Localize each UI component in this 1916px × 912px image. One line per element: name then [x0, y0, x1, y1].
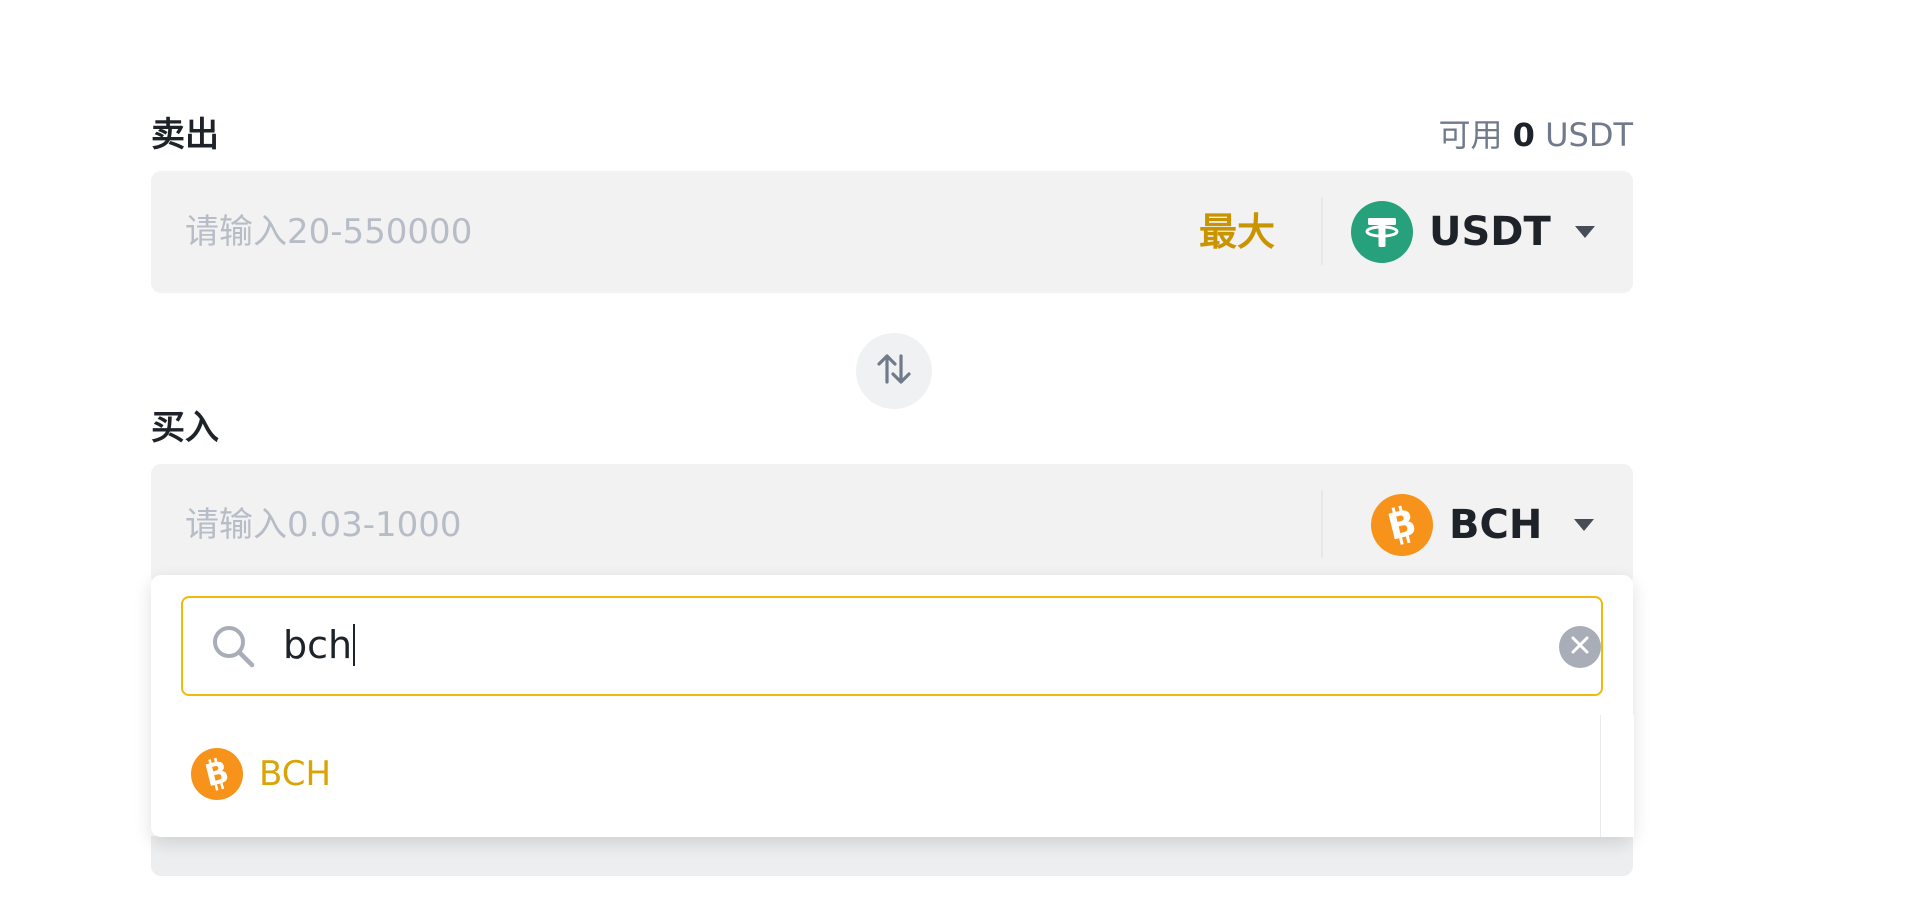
chevron-down-icon: [1572, 516, 1596, 534]
field-divider: [1321, 490, 1323, 558]
dropdown-scrollbar[interactable]: [1600, 715, 1634, 837]
available-unit: USDT: [1545, 116, 1633, 154]
max-button[interactable]: 最大: [1199, 208, 1275, 256]
tether-icon: [1351, 201, 1413, 263]
sell-coin-selector[interactable]: USDT: [1351, 200, 1597, 264]
close-icon: [1569, 634, 1591, 660]
buy-coin-name: BCH: [1449, 502, 1543, 548]
available-amount: 0: [1512, 116, 1535, 154]
search-query-text: bch: [283, 623, 353, 667]
clear-search-button[interactable]: [1559, 626, 1601, 668]
sell-amount-field[interactable]: 请输入20-550000 最大 USDT: [151, 171, 1633, 293]
hidden-field-edge: [151, 836, 1633, 876]
buy-coin-selector[interactable]: B BCH: [1371, 493, 1596, 557]
swap-direction-button[interactable]: [856, 333, 932, 409]
available-balance: 可用 0 USDT: [1438, 115, 1633, 155]
sell-amount-placeholder: 请输入20-550000: [185, 212, 473, 252]
coin-option-label: BCH: [259, 754, 332, 794]
bitcoin-cash-icon: B: [1371, 494, 1433, 556]
available-prefix: 可用: [1438, 116, 1503, 154]
coin-option-bch[interactable]: B BCH: [191, 747, 331, 801]
buy-amount-field[interactable]: 请输入0.03-1000 B BCH: [151, 464, 1633, 586]
swap-vertical-icon: [873, 348, 915, 394]
coin-dropdown: bch B BCH: [151, 575, 1634, 837]
buy-amount-placeholder: 请输入0.03-1000: [185, 505, 462, 545]
search-value: bch: [283, 620, 356, 670]
bitcoin-cash-icon: B: [191, 748, 243, 800]
search-icon: [209, 622, 257, 670]
chevron-down-icon: [1573, 223, 1597, 241]
sell-coin-name: USDT: [1429, 209, 1551, 255]
text-cursor: [353, 624, 356, 666]
coin-search-input[interactable]: bch: [181, 596, 1603, 696]
sell-label: 卖出: [151, 115, 219, 155]
buy-label: 买入: [151, 408, 219, 448]
field-divider: [1321, 197, 1323, 265]
